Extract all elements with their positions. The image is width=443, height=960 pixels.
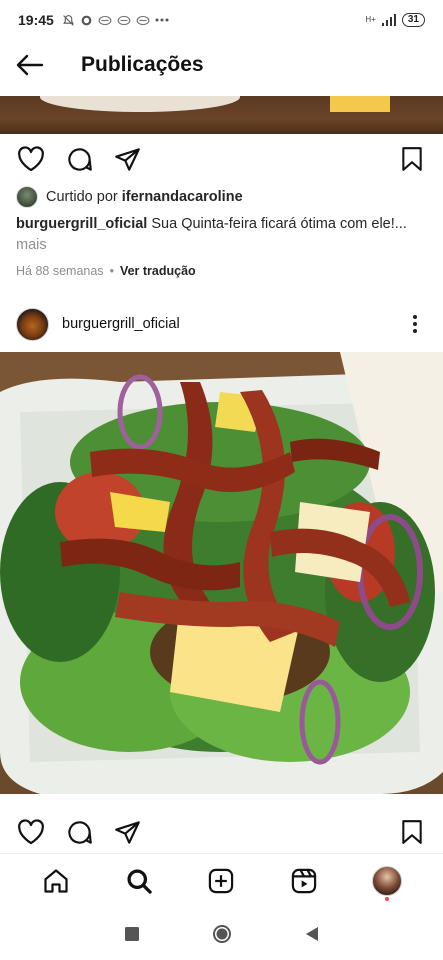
liked-by[interactable]: Curtido por ifernandacaroline (16, 186, 243, 208)
post-meta: Há 88 semanas • Ver tradução (16, 264, 196, 278)
meta-separator: • (109, 264, 114, 278)
back-system-button[interactable] (267, 907, 357, 960)
new-post-icon (209, 868, 234, 893)
nav-new-post[interactable] (199, 859, 243, 903)
chat-icon (117, 15, 131, 25)
save-button[interactable] (397, 817, 427, 847)
liked-user[interactable]: ifernandacaroline (122, 189, 243, 205)
post-image[interactable] (0, 352, 443, 794)
triangle-back-icon (305, 926, 318, 941)
comment-icon (67, 147, 92, 171)
post-caption: burguergrill_oficial Sua Quinta-feira fi… (16, 214, 426, 256)
square-icon (124, 926, 139, 941)
whatsapp-icon (81, 15, 92, 25)
home-icon (44, 868, 68, 893)
notification-icons (62, 14, 169, 27)
nav-home[interactable] (34, 859, 78, 903)
back-button[interactable] (0, 40, 60, 90)
home-system-button[interactable] (177, 907, 267, 960)
bottom-nav (0, 853, 443, 907)
app-header: Publicações (0, 40, 443, 90)
network-type: H+ (365, 15, 376, 24)
liker-avatar (16, 186, 38, 208)
liked-prefix: Curtido por (46, 189, 118, 205)
caption-username[interactable]: burguergrill_oficial (16, 216, 147, 232)
chat-icon (98, 15, 112, 25)
like-button[interactable] (16, 817, 46, 847)
comment-button[interactable] (64, 144, 94, 174)
caption-more-link[interactable]: mais (16, 235, 426, 256)
nav-profile[interactable] (365, 859, 409, 903)
bookmark-icon (402, 820, 422, 844)
muted-icon (62, 14, 74, 26)
translate-link[interactable]: Ver tradução (120, 264, 196, 278)
more-notifications-icon (155, 18, 169, 22)
arrow-left-icon (16, 54, 44, 76)
chat-icon (136, 15, 150, 25)
like-button[interactable] (16, 144, 46, 174)
recents-button[interactable] (87, 907, 177, 960)
nav-reels[interactable] (282, 859, 326, 903)
post-author-username[interactable]: burguergrill_oficial (62, 316, 180, 332)
status-bar: 19:45 H+ 31 (0, 0, 443, 40)
circle-icon (212, 924, 231, 943)
search-icon (127, 868, 152, 894)
comment-icon (67, 820, 92, 844)
save-button[interactable] (397, 144, 427, 174)
notification-dot (384, 896, 389, 901)
signal-icon (381, 14, 396, 26)
heart-icon (18, 146, 44, 172)
share-button[interactable] (112, 144, 142, 174)
heart-icon (18, 819, 44, 845)
previous-post-image[interactable] (0, 96, 443, 134)
food-photo (0, 352, 443, 794)
status-time: 19:45 (18, 12, 54, 28)
post-actions (0, 808, 443, 856)
post-timestamp: Há 88 semanas (16, 264, 104, 278)
comment-button[interactable] (64, 817, 94, 847)
page-title: Publicações (81, 53, 204, 76)
nav-search[interactable] (117, 859, 161, 903)
caption-text: Sua Quinta-feira ficará ótima com ele!..… (151, 216, 407, 232)
post-header: burguergrill_oficial (0, 304, 443, 344)
previous-post-actions (0, 135, 443, 183)
share-button[interactable] (112, 817, 142, 847)
bookmark-icon (402, 147, 422, 171)
post-options-button[interactable] (403, 309, 427, 339)
reels-icon (291, 868, 317, 893)
profile-avatar (371, 865, 402, 896)
send-icon (114, 820, 140, 844)
post-author-avatar[interactable] (16, 307, 49, 341)
send-icon (114, 147, 140, 171)
battery-indicator: 31 (401, 13, 425, 27)
system-navigation (0, 907, 443, 960)
